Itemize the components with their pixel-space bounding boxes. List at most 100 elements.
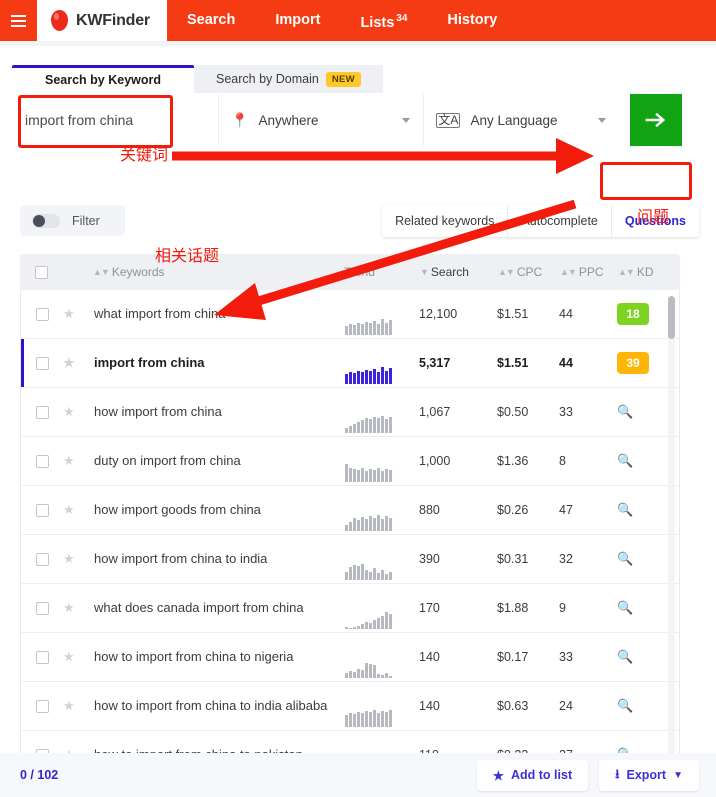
search-volume-cell: 12,100 bbox=[419, 307, 458, 321]
search-icon[interactable]: 🔍 bbox=[617, 649, 633, 664]
tab-questions[interactable]: Questions bbox=[610, 205, 699, 237]
nav-item-search-label: Search bbox=[186, 12, 236, 28]
nav-item-search[interactable]: Search bbox=[167, 0, 255, 41]
favorite-star-icon[interactable]: ★ bbox=[63, 453, 94, 469]
add-to-list-button[interactable]: ★ Add to list bbox=[476, 759, 589, 791]
search-icon[interactable]: 🔍 bbox=[617, 502, 633, 517]
select-all-cell bbox=[20, 265, 62, 279]
keyword-cell[interactable]: import from china bbox=[94, 355, 343, 371]
tab-autocomplete[interactable]: Autocomplete bbox=[507, 205, 610, 237]
row-checkbox[interactable] bbox=[35, 699, 49, 713]
table-row[interactable]: ★ how to import from china to nigeria 140 $… bbox=[21, 633, 679, 682]
table-row[interactable]: ★ import from china 5,317 $1.51 44 39 bbox=[21, 339, 679, 388]
row-checkbox[interactable] bbox=[35, 405, 49, 419]
favorite-star-icon[interactable]: ★ bbox=[63, 502, 94, 518]
column-header-search[interactable]: ▼ Search bbox=[420, 265, 498, 279]
row-select-cell bbox=[21, 699, 63, 713]
favorite-star-icon[interactable]: ★ bbox=[63, 600, 94, 616]
row-select-cell bbox=[21, 650, 63, 664]
select-all-checkbox[interactable] bbox=[34, 265, 48, 279]
keyword-cell[interactable]: what does canada import from china bbox=[94, 600, 343, 616]
favorite-star-icon[interactable]: ★ bbox=[63, 404, 94, 420]
row-checkbox[interactable] bbox=[35, 552, 49, 566]
favorite-star-icon[interactable]: ★ bbox=[63, 355, 94, 371]
nav-item-import-label: Import bbox=[275, 12, 321, 28]
row-select-cell bbox=[21, 307, 63, 321]
row-checkbox[interactable] bbox=[35, 454, 49, 468]
table-row[interactable]: ★ how import from china 1,067 $0.50 33 🔍 bbox=[21, 388, 679, 437]
row-checkbox[interactable] bbox=[35, 503, 49, 517]
search-icon[interactable]: 🔍 bbox=[617, 698, 633, 713]
ppc-cell: 9 bbox=[559, 601, 566, 615]
column-header-kd[interactable]: ▲▼ KD bbox=[618, 265, 680, 279]
table-row[interactable]: ★ what does canada import from china 170 $1… bbox=[21, 584, 679, 633]
trend-sparkline bbox=[343, 584, 419, 632]
new-badge: NEW bbox=[325, 71, 361, 87]
table-row[interactable]: ★ how to import from china to india aliba… bbox=[21, 682, 679, 731]
tab-autocomplete-label: Autocomplete bbox=[521, 214, 598, 228]
search-volume-cell: 5,317 bbox=[419, 356, 451, 370]
table-row[interactable]: ★ what import from china 12,100 $1.51 44 18 bbox=[21, 290, 679, 339]
search-icon[interactable]: 🔍 bbox=[617, 453, 633, 468]
search-icon[interactable]: 🔍 bbox=[617, 551, 633, 566]
favorite-star-icon[interactable]: ★ bbox=[63, 306, 94, 322]
search-volume-cell: 170 bbox=[419, 601, 440, 615]
search-icon[interactable]: 🔍 bbox=[617, 600, 633, 615]
keyword-cell[interactable]: what import from china bbox=[94, 306, 343, 322]
nav-item-lists[interactable]: Lists 34 bbox=[340, 0, 427, 43]
column-header-trend: Trend bbox=[344, 265, 420, 279]
keyword-cell[interactable]: how to import from china to nigeria bbox=[94, 649, 343, 665]
search-icon[interactable]: 🔍 bbox=[617, 404, 633, 419]
tab-related-keywords[interactable]: Related keywords bbox=[382, 205, 507, 237]
search-volume-cell: 1,067 bbox=[419, 405, 451, 419]
keyword-input[interactable] bbox=[12, 94, 217, 146]
filter-toggle[interactable]: Filter bbox=[20, 205, 125, 236]
table-row[interactable]: ★ how import goods from china 880 $0.26 47 🔍 bbox=[21, 486, 679, 535]
nav-item-history[interactable]: History bbox=[427, 0, 517, 41]
trend-sparkline bbox=[343, 388, 419, 436]
column-header-ppc-label: PPC bbox=[578, 265, 604, 279]
filter-label: Filter bbox=[72, 213, 100, 228]
keyword-cell[interactable]: how import goods from china bbox=[94, 502, 343, 518]
column-header-trend-label: Trend bbox=[344, 265, 375, 279]
row-checkbox[interactable] bbox=[35, 356, 49, 370]
row-checkbox[interactable] bbox=[35, 650, 49, 664]
row-checkbox[interactable] bbox=[35, 601, 49, 615]
row-checkbox[interactable] bbox=[35, 307, 49, 321]
tab-search-by-domain[interactable]: Search by Domain NEW bbox=[194, 65, 383, 93]
language-select[interactable]: 文A Any Language bbox=[423, 94, 619, 146]
column-header-keywords[interactable]: ▲▼ Keywords bbox=[93, 265, 344, 279]
hamburger-menu-icon[interactable] bbox=[0, 0, 37, 41]
column-header-ppc[interactable]: ▲▼ PPC bbox=[560, 265, 618, 279]
search-volume-cell: 140 bbox=[419, 699, 440, 713]
kd-score-badge: 39 bbox=[617, 352, 649, 374]
table-scrollbar[interactable] bbox=[668, 296, 675, 780]
favorite-star-icon[interactable]: ★ bbox=[63, 551, 94, 567]
table-row[interactable]: ★ how import from china to india 390 $0.31 3… bbox=[21, 535, 679, 584]
column-header-keywords-label: Keywords bbox=[111, 265, 165, 279]
keyword-cell[interactable]: duty on import from china bbox=[94, 453, 343, 469]
filter-switch-icon[interactable] bbox=[32, 213, 60, 228]
row-select-cell bbox=[21, 552, 63, 566]
tab-search-by-keyword-label: Search by Keyword bbox=[44, 72, 161, 87]
column-header-cpc[interactable]: ▲▼ CPC bbox=[498, 265, 560, 279]
tab-search-by-keyword[interactable]: Search by Keyword bbox=[12, 65, 194, 93]
brand-logo[interactable]: KWFinder bbox=[37, 0, 167, 41]
table-row[interactable]: ★ duty on import from china 1,000 $1.36 8 🔍 bbox=[21, 437, 679, 486]
export-button[interactable]: ⭳ Export ▼ bbox=[599, 759, 699, 791]
search-volume-cell: 390 bbox=[419, 552, 440, 566]
search-submit-button[interactable] bbox=[630, 94, 682, 146]
ppc-cell: 32 bbox=[559, 552, 573, 566]
nav-links: Search Import Lists 34 History bbox=[167, 0, 517, 41]
table-scrollbar-thumb[interactable] bbox=[668, 296, 675, 339]
keyword-cell[interactable]: how import from china bbox=[94, 404, 343, 420]
favorite-star-icon[interactable]: ★ bbox=[63, 649, 94, 665]
kwfinder-logo-icon bbox=[51, 10, 68, 31]
ppc-cell: 33 bbox=[559, 650, 573, 664]
favorite-star-icon[interactable]: ★ bbox=[63, 698, 94, 714]
sort-icon: ▲▼ bbox=[618, 267, 635, 277]
location-select[interactable]: 📍 Anywhere bbox=[218, 94, 423, 146]
keyword-cell[interactable]: how to import from china to india alibab… bbox=[94, 698, 343, 714]
nav-item-import[interactable]: Import bbox=[255, 0, 340, 41]
keyword-cell[interactable]: how import from china to india bbox=[94, 551, 343, 567]
